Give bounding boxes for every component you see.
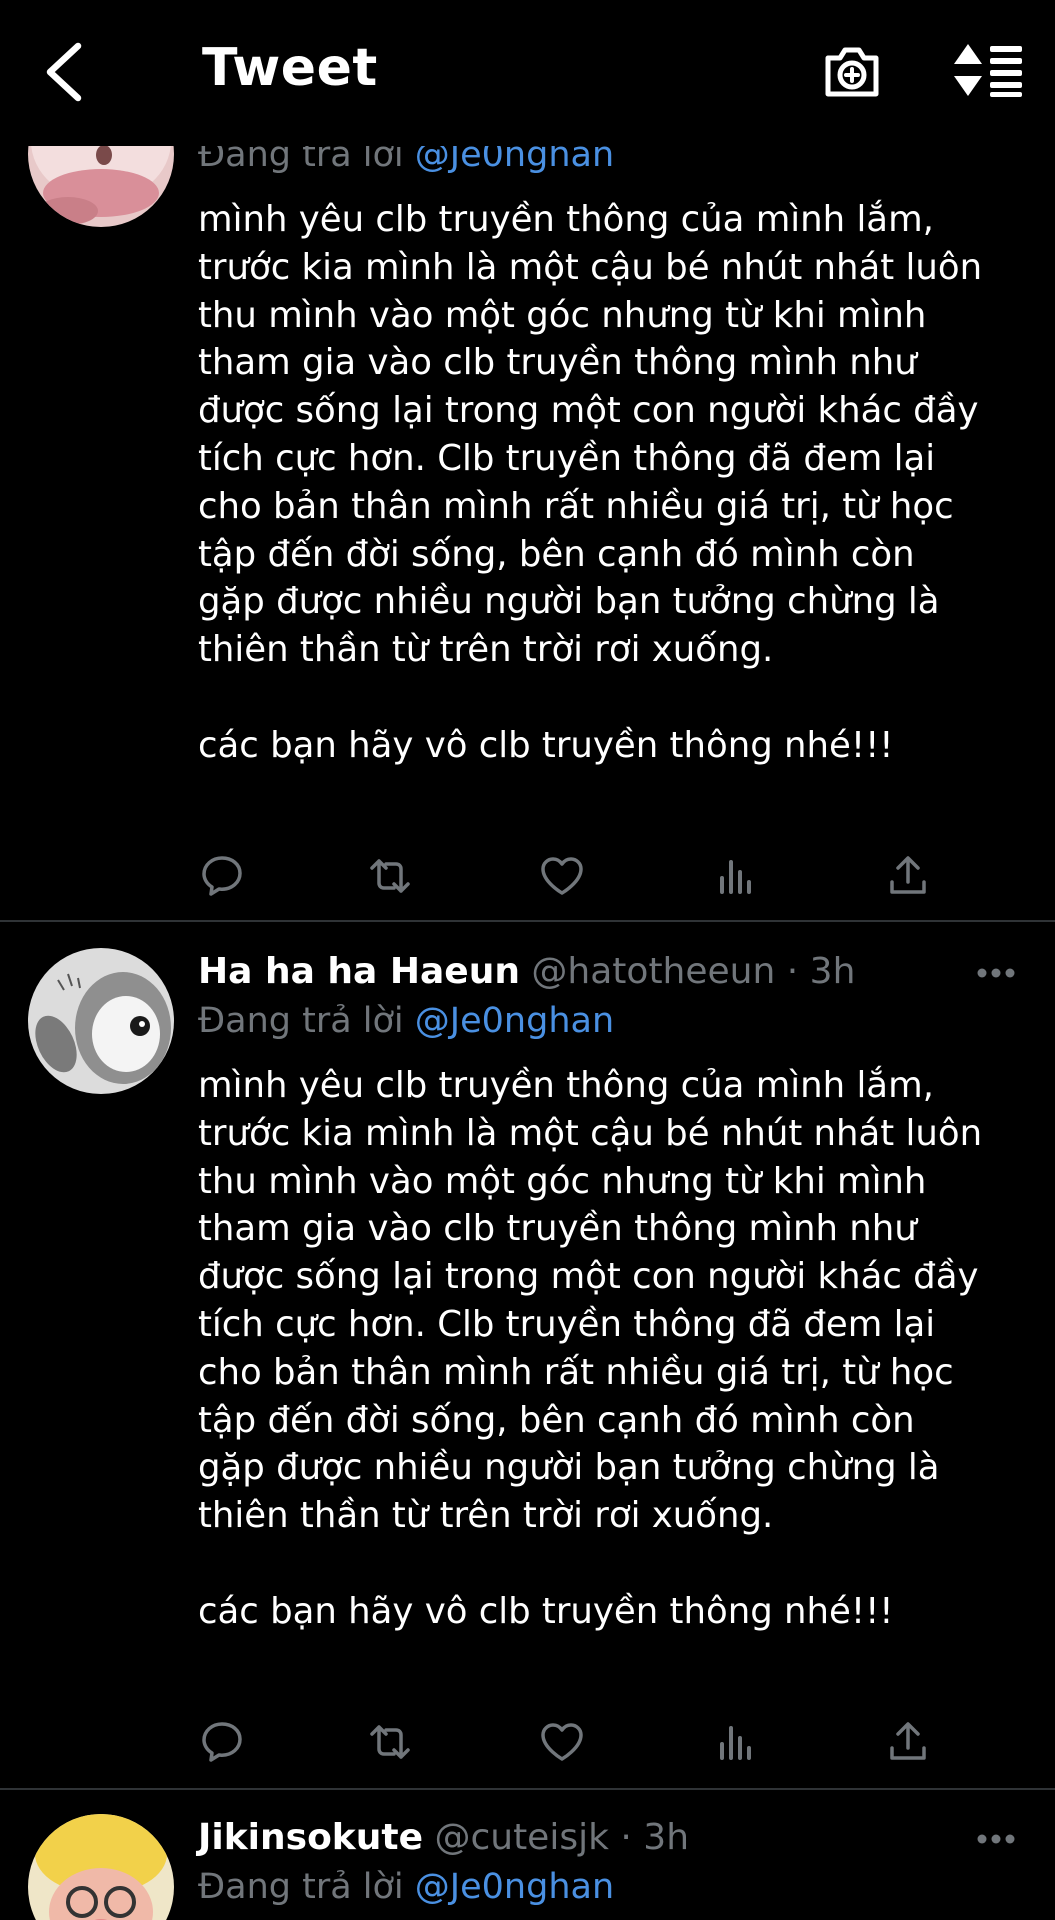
camera-add-icon[interactable] (822, 42, 882, 100)
reply-icon[interactable] (198, 1718, 246, 1766)
timestamp: 3h (643, 1817, 690, 1858)
tweet-text-line: cho bản thân mình rất nhiều giá trị, từ … (198, 485, 954, 527)
like-icon[interactable] (538, 1718, 586, 1766)
tweet-text-line: thiên thần từ trên trời rơi xuống. (198, 1495, 774, 1537)
user-handle[interactable]: @cuteisjk (434, 1817, 608, 1858)
like-icon[interactable] (538, 852, 586, 900)
retweet-icon[interactable] (366, 1718, 414, 1766)
retweet-icon[interactable] (366, 852, 414, 900)
avatar[interactable] (28, 948, 174, 1094)
tweet-text-line: thu mình vào một góc nhưng từ khi mình (198, 294, 927, 336)
timestamp: 3h (809, 951, 856, 992)
tweet-text-line: trước kia mình là một cậu bé nhút nhát l… (198, 246, 983, 288)
tweet-text-line: mình yêu clb truyền thông của mình lắm, (198, 1065, 934, 1106)
tweet-header: Ha ha ha Haeun @hatotheeun · 3h (198, 948, 855, 996)
more-icon[interactable] (976, 1832, 1016, 1846)
back-arrow-icon[interactable] (40, 40, 88, 104)
tweet-text-line: tham gia vào clb truyền thông mình như (198, 342, 917, 384)
reply-prefix: Đang trả lời (198, 1867, 404, 1907)
top-bar: Tweet (0, 0, 1055, 146)
more-icon[interactable] (976, 966, 1016, 980)
tweet-text-line: tích cực hơn. Clb truyền thông đã đem lạ… (198, 437, 936, 479)
avatar[interactable] (28, 1814, 174, 1920)
divider (0, 1788, 1055, 1790)
tweet-actions (198, 1718, 938, 1768)
stats-icon[interactable] (712, 1718, 760, 1766)
separator-dot: · (786, 951, 799, 992)
sort-lines-icon[interactable] (952, 42, 1024, 98)
share-icon[interactable] (884, 852, 932, 900)
tweet-text-line: gặp được nhiều người bạn tưởng chừng là (198, 581, 940, 623)
tweet-text-line: tập đến đời sống, bên cạnh đó mình còn (198, 533, 915, 575)
tweet-text-line: được sống lại trong một con người khác đ… (198, 1256, 979, 1298)
tweet-text-line: cho bản thân mình rất nhiều giá trị, từ … (198, 1351, 954, 1393)
share-icon[interactable] (884, 1718, 932, 1766)
reply-to-line: Đang trả lời @Je0nghan (198, 997, 614, 1045)
display-name[interactable]: Ha ha ha Haeun (198, 951, 520, 992)
tweet-text-line: tích cực hơn. Clb truyền thông đã đem lạ… (198, 1303, 936, 1345)
tweet-text: mình yêu clb truyền thông của mình lắm, … (198, 1062, 1028, 1636)
divider (0, 920, 1055, 922)
tweet-text: mình yêu clb truyền thông của mình lắm, … (198, 196, 1028, 770)
tweet-text-line: các bạn hãy vô clb truyền thông nhé!!! (198, 724, 894, 766)
tweet-text-line: thu mình vào một góc nhưng từ khi mình (198, 1160, 927, 1202)
tweet-text-line: trước kia mình là một cậu bé nhút nhát l… (198, 1112, 983, 1154)
tweet-text-line: tham gia vào clb truyền thông mình như (198, 1208, 917, 1250)
tweet-header: Jikinsokute @cuteisjk · 3h (198, 1814, 689, 1862)
page-title: Tweet (202, 38, 378, 98)
reply-mention-link[interactable]: @Je0nghan (415, 1001, 614, 1041)
tweet-text-line: thiên thần từ trên trời rơi xuống. (198, 629, 774, 671)
tweet-actions (198, 852, 938, 902)
tweet-text-line: gặp được nhiều người bạn tưởng chừng là (198, 1447, 940, 1489)
reply-mention-link[interactable]: @Je0nghan (415, 1867, 614, 1907)
screen: Đang trả lời @Je0nghan mình yêu clb truy… (0, 0, 1055, 1920)
tweet-text-line: tập đến đời sống, bên cạnh đó mình còn (198, 1399, 915, 1441)
reply-to-line: Đang trả lời @Je0nghan (198, 1863, 614, 1911)
tweet-text-line: mình yêu clb truyền thông của mình lắm, (198, 199, 934, 240)
tweet-text-line: các bạn hãy vô clb truyền thông nhé!!! (198, 1590, 894, 1632)
display-name[interactable]: Jikinsokute (198, 1817, 423, 1858)
user-handle[interactable]: @hatotheeun (531, 951, 775, 992)
reply-prefix: Đang trả lời (198, 1001, 404, 1041)
tweet-text-line: được sống lại trong một con người khác đ… (198, 390, 979, 432)
separator-dot: · (620, 1817, 632, 1858)
stats-icon[interactable] (712, 852, 760, 900)
reply-icon[interactable] (198, 852, 246, 900)
